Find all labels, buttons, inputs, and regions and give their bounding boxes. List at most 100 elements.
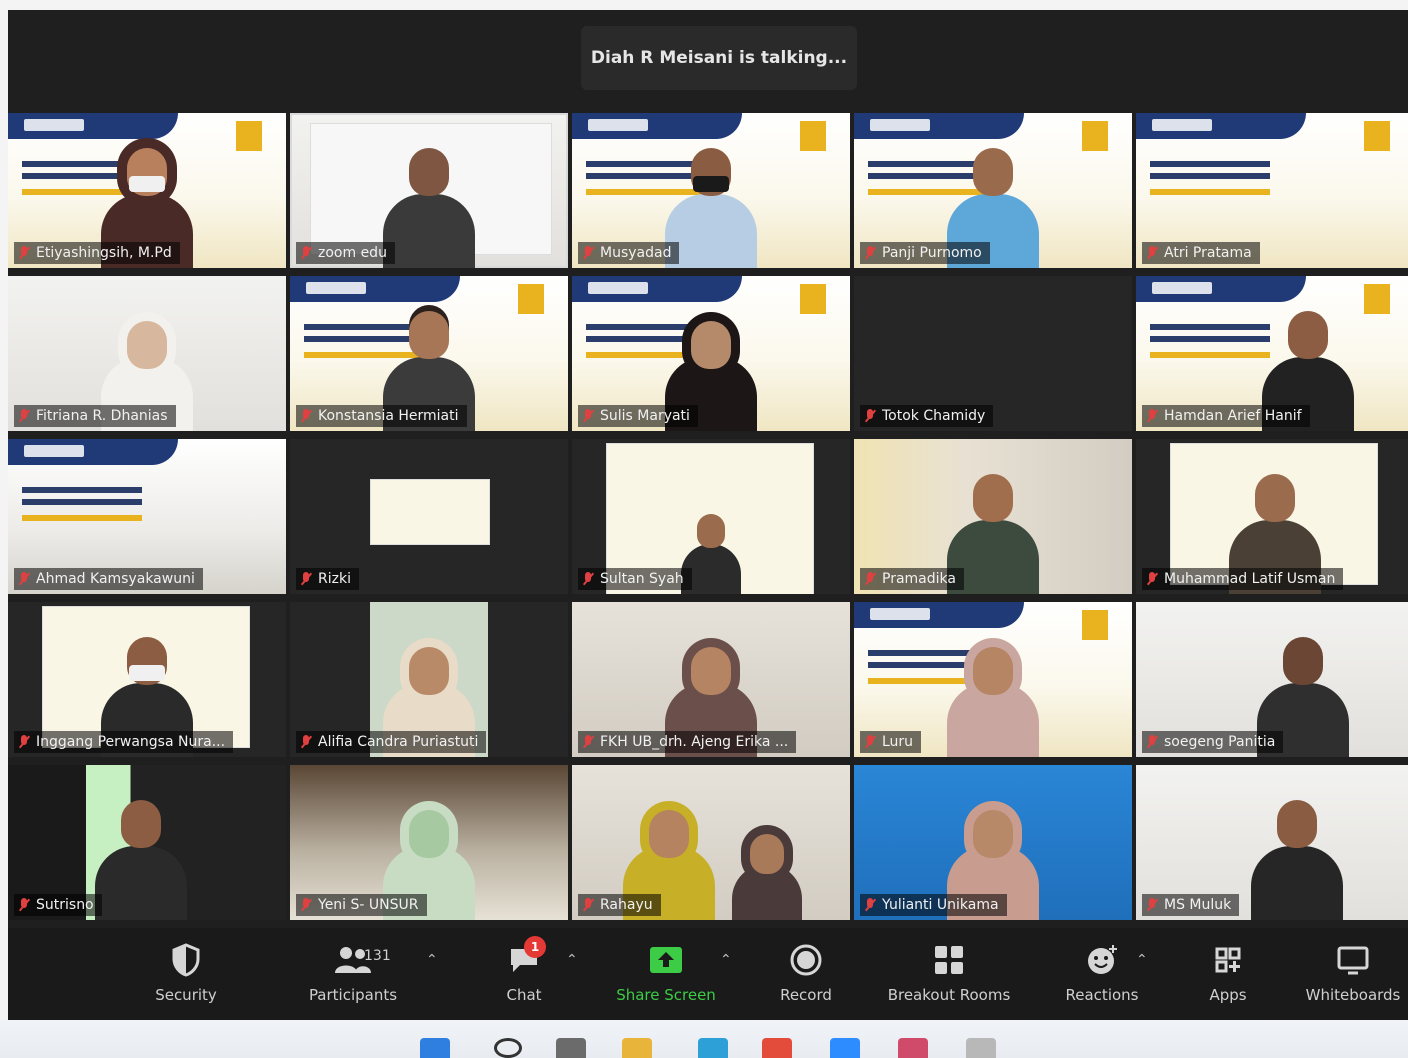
muted-mic-icon — [1146, 898, 1158, 912]
muted-mic-icon — [864, 898, 876, 912]
video-tile[interactable]: Sulis Maryati — [572, 276, 850, 431]
muted-mic-icon — [864, 246, 876, 260]
participant-name: Hamdan Arief Hanif — [1164, 408, 1302, 424]
video-tile[interactable]: Yulianti Unikama — [854, 765, 1132, 920]
participant-name: Yeni S- UNSUR — [318, 897, 419, 913]
video-tile[interactable]: Sutrisno — [8, 765, 286, 920]
reactions-button[interactable]: Reactions — [1052, 940, 1152, 1012]
app-icon[interactable] — [898, 1038, 928, 1058]
video-tile[interactable]: Etiyashingsih, M.Pd — [8, 113, 286, 268]
video-tile[interactable]: Rizki — [290, 439, 568, 594]
zoom-meeting-window: Diah R Meisani is talking... Etiyashings… — [8, 10, 1408, 1020]
participant-name: Luru — [882, 734, 914, 750]
share-screen-button[interactable]: Share Screen — [608, 940, 724, 1012]
smiley-icon — [1082, 940, 1122, 980]
video-tile[interactable]: Alifia Candra Puriastuti — [290, 602, 568, 757]
participant-nameplate: Etiyashingsih, M.Pd — [14, 242, 180, 264]
participant-name: soegeng Panitia — [1164, 734, 1276, 750]
muted-mic-icon — [18, 246, 30, 260]
muted-mic-icon — [18, 735, 30, 749]
zoom-app-icon[interactable] — [830, 1038, 860, 1058]
record-button[interactable]: Record — [766, 940, 846, 1012]
video-tile[interactable]: MS Muluk — [1136, 765, 1408, 920]
app-icon[interactable] — [966, 1038, 996, 1058]
muted-mic-icon — [582, 246, 594, 260]
muted-mic-icon — [582, 572, 594, 586]
shield-icon — [166, 940, 206, 980]
start-icon[interactable] — [420, 1038, 450, 1058]
active-speaker-banner: Diah R Meisani is talking... — [581, 26, 857, 90]
muted-mic-icon — [864, 409, 876, 423]
people-icon: 131 — [318, 940, 391, 980]
video-tile[interactable]: Musyadad — [572, 113, 850, 268]
share-caret-icon[interactable]: ⌃ — [720, 952, 732, 968]
video-tile[interactable]: Pramadika — [854, 439, 1132, 594]
participant-nameplate: Rizki — [296, 568, 359, 590]
participants-count: 131 — [364, 948, 391, 964]
video-tile[interactable]: Konstansia Hermiati — [290, 276, 568, 431]
muted-mic-icon — [1146, 735, 1158, 749]
meeting-toolbar: Security 131 Participants ⌃ 1 Chat ⌃ Sha… — [8, 928, 1408, 1020]
participant-nameplate: Atri Pratama — [1142, 242, 1260, 264]
edge-icon[interactable] — [698, 1038, 728, 1058]
chrome-icon[interactable] — [762, 1038, 792, 1058]
participant-name: FKH UB_drh. Ajeng Erika ... — [600, 734, 789, 750]
participant-nameplate: Alifia Candra Puriastuti — [296, 731, 487, 753]
participant-nameplate: Ahmad Kamsyakawuni — [14, 568, 203, 590]
participant-name: Konstansia Hermiati — [318, 408, 459, 424]
participant-name: Atri Pratama — [1164, 245, 1252, 261]
whiteboards-button[interactable]: Whiteboards — [1298, 940, 1408, 1012]
video-tile[interactable]: zoom edu — [290, 113, 568, 268]
video-tile[interactable]: Inggang Perwangsa Nura... — [8, 602, 286, 757]
participant-nameplate: FKH UB_drh. Ajeng Erika ... — [578, 731, 797, 753]
video-tile[interactable]: Muhammad Latif Usman — [1136, 439, 1408, 594]
participant-name: Sutrisno — [36, 897, 94, 913]
participant-nameplate: Rahayu — [578, 894, 661, 916]
video-tile[interactable]: Atri Pratama — [1136, 113, 1408, 268]
participant-nameplate: Yeni S- UNSUR — [296, 894, 427, 916]
chat-caret-icon[interactable]: ⌃ — [566, 952, 578, 968]
video-tile[interactable]: Panji Purnomo — [854, 113, 1132, 268]
search-icon[interactable] — [494, 1038, 522, 1058]
participant-name: zoom edu — [318, 245, 387, 261]
participant-name: Pramadika — [882, 571, 956, 587]
file-explorer-icon[interactable] — [622, 1038, 652, 1058]
security-button[interactable]: Security — [146, 940, 226, 1012]
video-tile[interactable]: Totok Chamidy — [854, 276, 1132, 431]
video-tile[interactable]: Yeni S- UNSUR — [290, 765, 568, 920]
participant-nameplate: MS Muluk — [1142, 894, 1240, 916]
muted-mic-icon — [864, 735, 876, 749]
apps-button[interactable]: Apps — [1188, 940, 1268, 1012]
participant-nameplate: Sulis Maryati — [578, 405, 698, 427]
muted-mic-icon — [18, 572, 30, 586]
task-view-icon[interactable] — [556, 1038, 586, 1058]
participant-name: Fitriana R. Dhanias — [36, 408, 168, 424]
participant-name: Inggang Perwangsa Nura... — [36, 734, 226, 750]
chat-icon: 1 — [504, 936, 546, 980]
video-tile[interactable]: soegeng Panitia — [1136, 602, 1408, 757]
video-tile[interactable]: Rahayu — [572, 765, 850, 920]
participant-nameplate: Sultan Syah — [578, 568, 692, 590]
muted-mic-icon — [1146, 409, 1158, 423]
participants-caret-icon[interactable]: ⌃ — [426, 952, 438, 968]
participant-name: Rahayu — [600, 897, 653, 913]
participant-name: Sultan Syah — [600, 571, 684, 587]
video-tile[interactable]: Fitriana R. Dhanias — [8, 276, 286, 431]
breakout-rooms-button[interactable]: Breakout Rooms — [874, 940, 1024, 1012]
video-tile[interactable]: Luru — [854, 602, 1132, 757]
participant-nameplate: Hamdan Arief Hanif — [1142, 405, 1310, 427]
video-tile[interactable]: FKH UB_drh. Ajeng Erika ... — [572, 602, 850, 757]
video-tile[interactable]: Ahmad Kamsyakawuni — [8, 439, 286, 594]
video-tile[interactable]: Sultan Syah — [572, 439, 850, 594]
muted-mic-icon — [864, 572, 876, 586]
muted-mic-icon — [582, 898, 594, 912]
muted-mic-icon — [300, 572, 312, 586]
reactions-caret-icon[interactable]: ⌃ — [1136, 952, 1148, 968]
muted-mic-icon — [18, 409, 30, 423]
gallery-grid: Etiyashingsih, M.Pd zoom edu Musyadad Pa… — [8, 113, 1408, 928]
video-tile[interactable]: Hamdan Arief Hanif — [1136, 276, 1408, 431]
muted-mic-icon — [582, 409, 594, 423]
participant-name: Panji Purnomo — [882, 245, 982, 261]
chat-button[interactable]: 1 Chat — [484, 936, 564, 1012]
participants-button[interactable]: 131 Participants — [298, 940, 408, 1012]
